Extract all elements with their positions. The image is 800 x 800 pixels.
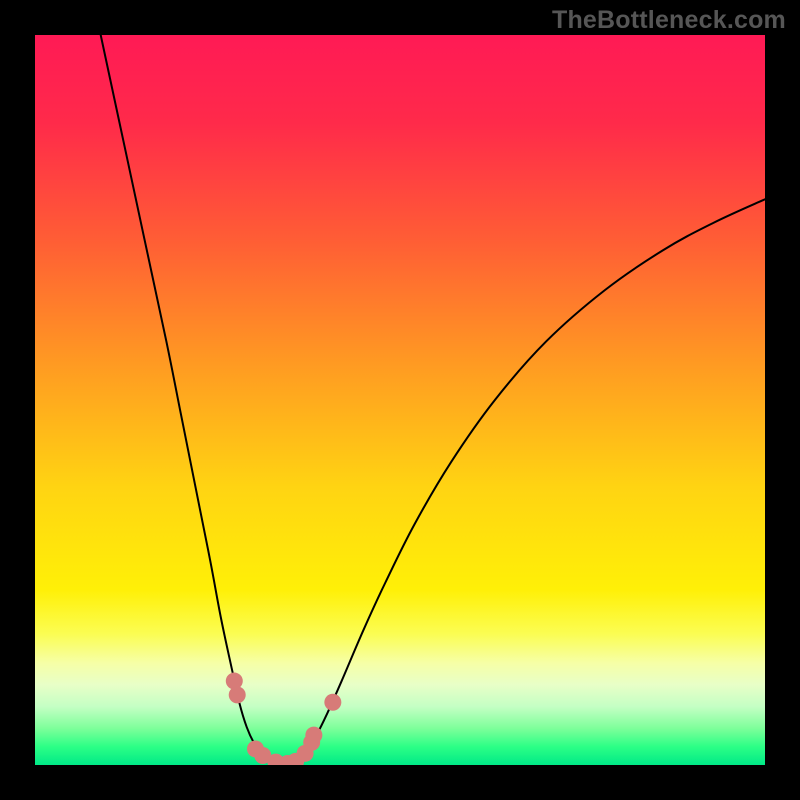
data-point-1 [229,686,246,703]
chart-canvas: TheBottleneck.com [0,0,800,800]
data-point-9 [305,727,322,744]
watermark-label: TheBottleneck.com [552,6,786,35]
chart-svg [0,0,800,800]
gradient-plot-area [35,35,765,765]
data-point-10 [324,694,341,711]
